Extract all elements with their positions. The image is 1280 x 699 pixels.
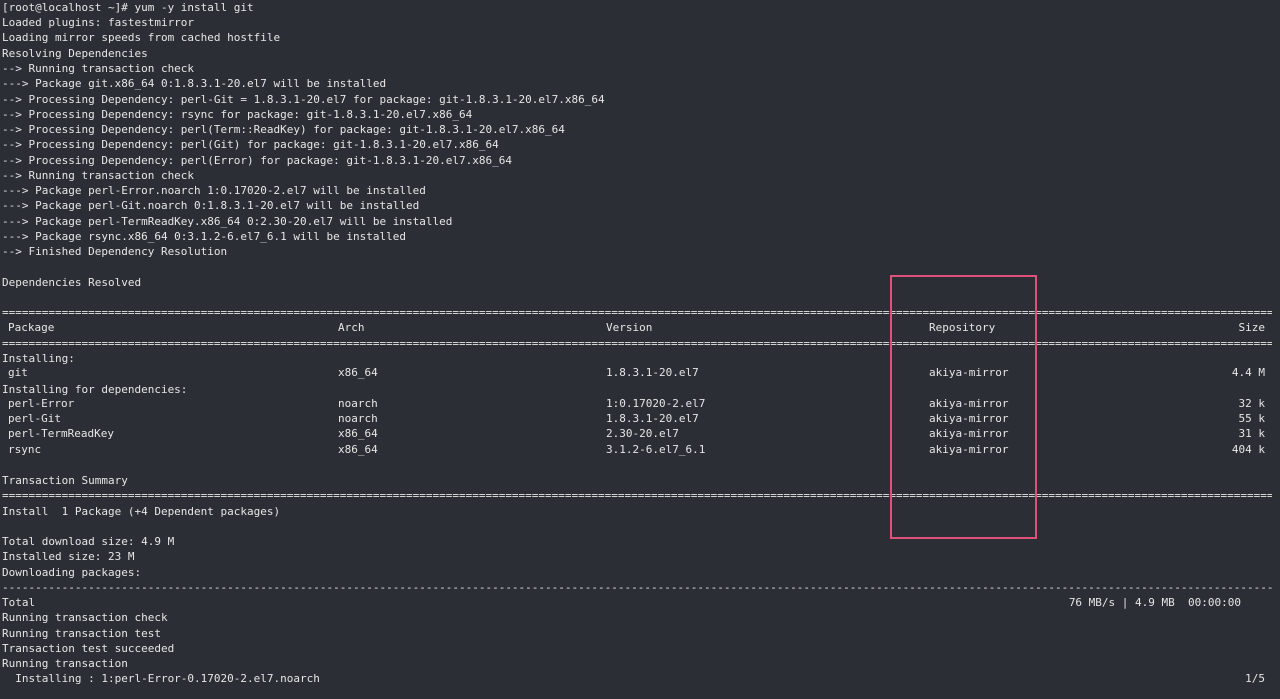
cell-size: 31 k xyxy=(1238,427,1266,440)
cell-package: perl-Git xyxy=(8,412,61,425)
cell-arch: x86_64 xyxy=(338,427,378,440)
output-line: ---> Package git.x86_64 0:1.8.3.1-20.el7… xyxy=(2,77,387,90)
output-line: ---> Package perl-Git.noarch 0:1.8.3.1-2… xyxy=(2,199,420,212)
summary-title: Transaction Summary xyxy=(2,474,128,487)
cell-arch: x86_64 xyxy=(338,366,378,379)
cell-arch: x86_64 xyxy=(338,443,378,456)
section-label: Installing for dependencies: xyxy=(2,383,188,396)
cell-package: rsync xyxy=(8,443,42,456)
output-line: --> Processing Dependency: rsync for pac… xyxy=(2,108,473,121)
output-line: ---> Package perl-Error.noarch 1:0.17020… xyxy=(2,184,426,197)
cell-size: 4.4 M xyxy=(1231,366,1265,379)
table-separator: ========================================… xyxy=(2,306,1272,319)
cell-version: 3.1.2-6.el7_6.1 xyxy=(606,443,706,456)
cell-version: 1.8.3.1-20.el7 xyxy=(606,366,699,379)
output-line: Dependencies Resolved xyxy=(2,276,142,289)
downloading-label: Downloading packages: xyxy=(2,566,142,579)
cell-package: perl-TermReadKey xyxy=(8,427,114,440)
terminal-window[interactable]: [root@localhost ~]# yum -y install git L… xyxy=(0,0,1280,699)
output-line: ---> Package rsync.x86_64 0:3.1.2-6.el7_… xyxy=(2,230,406,243)
cell-package: git xyxy=(8,366,28,379)
repository-highlight-box xyxy=(890,275,1037,539)
header-version: Version xyxy=(606,321,653,334)
cell-arch: noarch xyxy=(338,412,378,425)
output-line: --> Processing Dependency: perl-Git = 1.… xyxy=(2,93,605,106)
cell-arch: noarch xyxy=(338,397,378,410)
output-line: --> Processing Dependency: perl(Git) for… xyxy=(2,138,499,151)
total-label: Total xyxy=(2,596,36,609)
install-progress-count: 1/5 xyxy=(1245,672,1265,685)
cell-size: 32 k xyxy=(1238,397,1266,410)
output-line: --> Running transaction check xyxy=(2,62,195,75)
install-summary: Install 1 Package (+4 Dependent packages… xyxy=(2,505,281,518)
cell-version: 1.8.3.1-20.el7 xyxy=(606,412,699,425)
installed-size: Installed size: 23 M xyxy=(2,550,135,563)
output-line: Running transaction xyxy=(2,657,128,670)
table-separator: ========================================… xyxy=(2,489,1272,502)
dash-separator: ----------------------------------------… xyxy=(2,581,1272,594)
output-line: --> Running transaction check xyxy=(2,169,195,182)
output-line: --> Finished Dependency Resolution xyxy=(2,245,228,258)
cell-version: 2.30-20.el7 xyxy=(606,427,679,440)
output-line: Resolving Dependencies xyxy=(2,47,148,60)
download-size: Total download size: 4.9 M xyxy=(2,535,175,548)
output-line: Loaded plugins: fastestmirror xyxy=(2,16,195,29)
output-line: --> Processing Dependency: perl(Error) f… xyxy=(2,154,512,167)
output-line: Transaction test succeeded xyxy=(2,642,175,655)
total-stats: 76 MB/s | 4.9 MB 00:00:00 xyxy=(1068,596,1241,609)
header-size: Size xyxy=(1238,321,1266,334)
output-line: Running transaction test xyxy=(2,627,161,640)
output-line: ---> Package perl-TermReadKey.x86_64 0:2… xyxy=(2,215,453,228)
table-separator: ========================================… xyxy=(2,337,1272,350)
section-label: Installing: xyxy=(2,352,75,365)
header-arch: Arch xyxy=(338,321,365,334)
cell-size: 55 k xyxy=(1238,412,1266,425)
output-line: Loading mirror speeds from cached hostfi… xyxy=(2,31,281,44)
command-line: [root@localhost ~]# yum -y install git xyxy=(2,1,254,14)
install-progress-line: Installing : 1:perl-Error-0.17020-2.el7.… xyxy=(2,672,320,685)
output-line: --> Processing Dependency: perl(Term::Re… xyxy=(2,123,565,136)
cell-size: 404 k xyxy=(1231,443,1265,456)
cell-version: 1:0.17020-2.el7 xyxy=(606,397,706,410)
cell-package: perl-Error xyxy=(8,397,75,410)
output-line: Running transaction check xyxy=(2,611,168,624)
header-package: Package xyxy=(8,321,55,334)
